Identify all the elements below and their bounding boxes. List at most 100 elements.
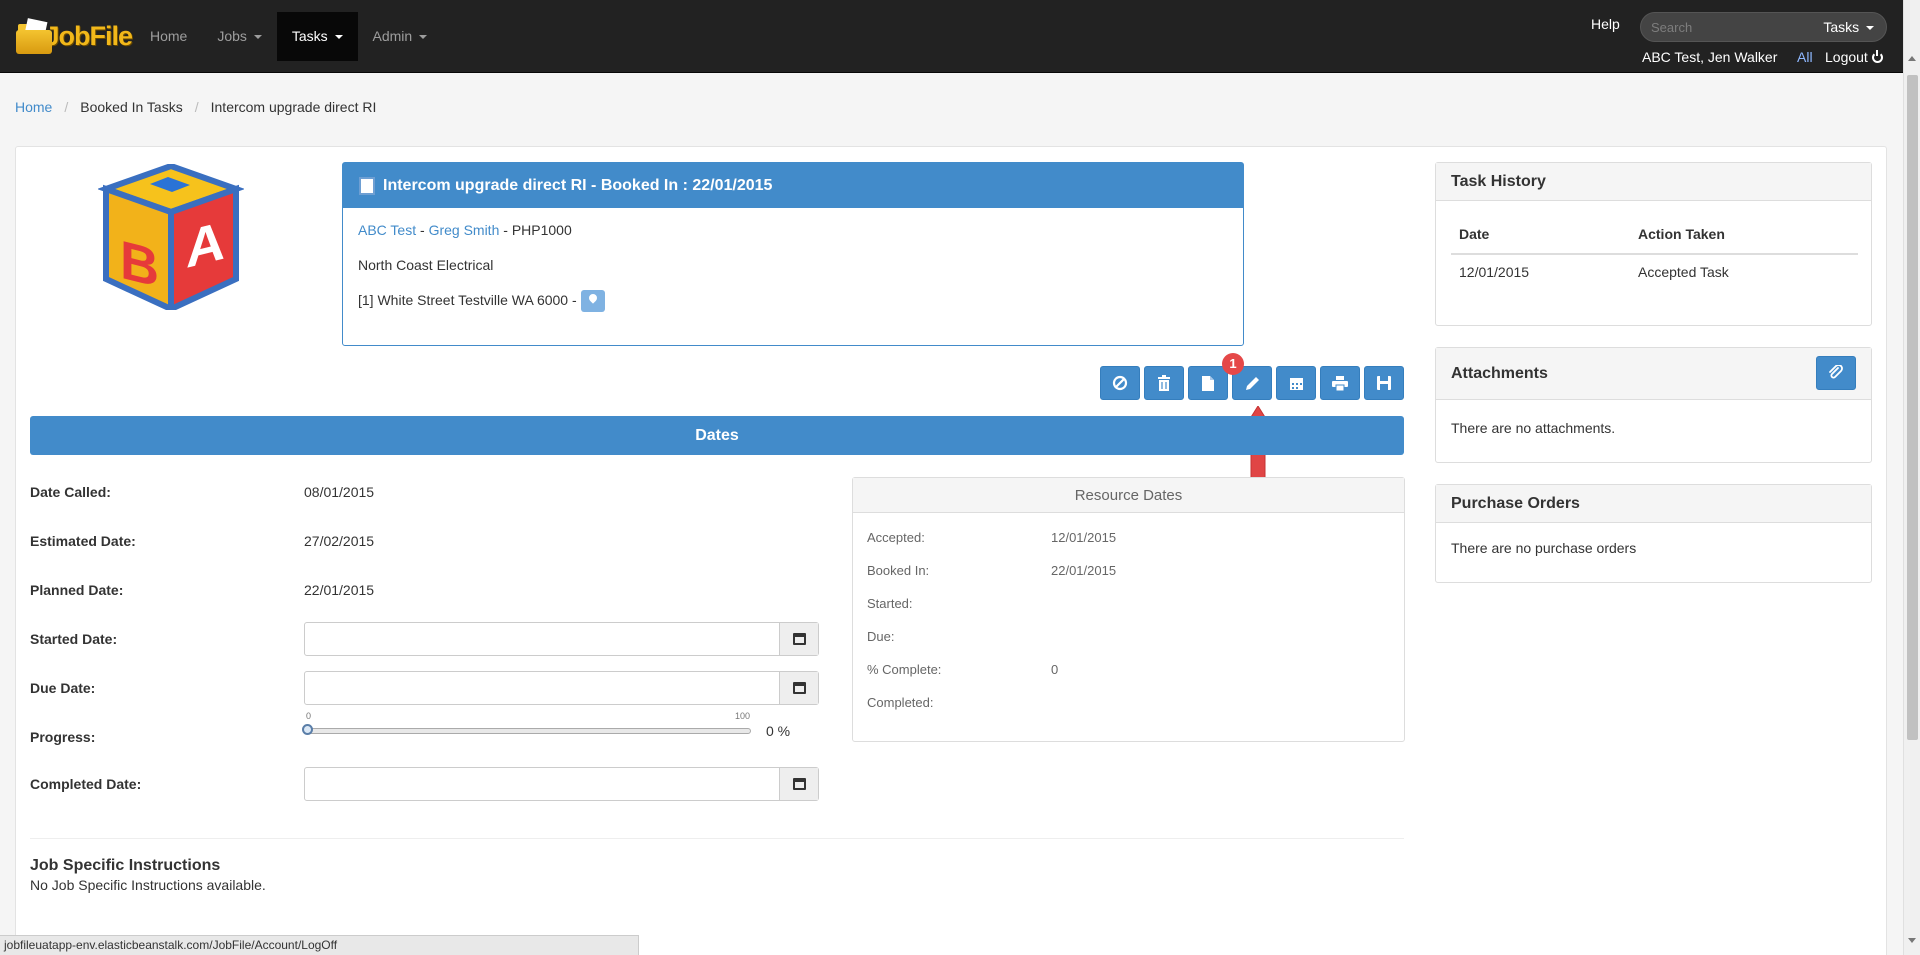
progress-min-label: 0 — [306, 711, 312, 721]
cancel-icon — [1112, 375, 1128, 391]
attachments-empty-text: There are no attachments. — [1451, 420, 1616, 436]
purchase-orders-panel: Purchase Orders There are no purchase or… — [1435, 484, 1872, 583]
task-history-panel: Task History Date Action Taken 12/01/201… — [1435, 162, 1872, 326]
save-button[interactable] — [1364, 366, 1404, 400]
breadcrumb: Home / Booked In Tasks / Intercom upgrade di… — [15, 99, 377, 115]
trash-icon — [1158, 375, 1170, 391]
page-scrollbar[interactable] — [1903, 0, 1920, 955]
delete-button[interactable] — [1144, 366, 1184, 400]
due-date-field[interactable] — [304, 671, 819, 705]
all-link[interactable]: All — [1797, 49, 1813, 65]
resource-dates-panel: Resource Dates Accepted: 12/01/2015 Book… — [852, 477, 1405, 742]
resource-dates-title: Resource Dates — [853, 478, 1404, 513]
top-navbar: JobFile Home Jobs Tasks Admin Help Tasks… — [0, 0, 1920, 73]
resource-percent-complete-value: 0 — [1051, 662, 1059, 677]
map-pin-icon[interactable] — [580, 290, 605, 313]
job-instructions-text: No Job Specific Instructions available. — [30, 877, 266, 893]
date-called-value: 08/01/2015 — [304, 484, 375, 500]
progress-max-label: 100 — [735, 711, 751, 721]
nav-jobs-label: Jobs — [217, 28, 247, 44]
svg-text:B: B — [120, 228, 159, 299]
caret-down-icon — [1866, 26, 1874, 31]
svg-text:A: A — [186, 209, 225, 280]
task-summary-panel: Intercom upgrade direct RI - Booked In :… — [342, 162, 1244, 346]
search-box: Tasks — [1640, 12, 1887, 42]
calendar-icon — [792, 633, 806, 645]
breadcrumb-booked-in-tasks[interactable]: Booked In Tasks — [80, 99, 182, 115]
scroll-up-icon[interactable] — [1908, 56, 1916, 61]
save-icon — [1377, 376, 1391, 390]
started-date-field[interactable] — [304, 622, 819, 656]
help-link[interactable]: Help — [1591, 16, 1620, 32]
due-date-label: Due Date: — [30, 680, 96, 696]
completed-date-picker-button[interactable] — [779, 768, 818, 800]
breadcrumb-home[interactable]: Home — [15, 99, 52, 115]
attachments-title: Attachments — [1436, 348, 1871, 400]
breadcrumb-current: Intercom upgrade direct RI — [210, 99, 377, 115]
attachments-title-text: Attachments — [1451, 365, 1548, 382]
purchase-orders-title: Purchase Orders — [1436, 485, 1871, 523]
company-name: North Coast Electrical — [358, 257, 494, 273]
main-nav: Home Jobs Tasks Admin — [135, 12, 442, 61]
task-history-title: Task History — [1436, 163, 1871, 201]
resource-percent-complete-label: % Complete: — [867, 662, 942, 677]
dates-header: Dates — [30, 416, 1404, 455]
print-icon — [1332, 375, 1348, 391]
task-heading: Intercom upgrade direct RI - Booked In :… — [343, 163, 1243, 208]
paperclip-icon — [1829, 365, 1843, 379]
calendar-icon — [792, 682, 806, 694]
purchase-orders-empty-text: There are no purchase orders — [1451, 540, 1637, 556]
caret-down-icon — [419, 35, 428, 40]
nav-admin-label: Admin — [372, 28, 413, 44]
started-date-picker-button[interactable] — [779, 623, 818, 655]
progress-slider[interactable] — [304, 728, 751, 734]
abc-block-image: B A — [98, 164, 244, 310]
progress-label: Progress: — [30, 729, 96, 745]
nav-home[interactable]: Home — [135, 12, 202, 61]
history-action-header: Action Taken — [1638, 226, 1725, 242]
brand-logo[interactable]: JobFile — [14, 8, 133, 64]
nav-admin[interactable]: Admin — [358, 12, 443, 61]
completed-date-field[interactable] — [304, 767, 819, 801]
add-attachment-button[interactable] — [1816, 356, 1856, 390]
divider — [30, 838, 1404, 839]
contact-link[interactable]: Greg Smith — [429, 222, 500, 238]
print-button[interactable] — [1320, 366, 1360, 400]
history-row-action: Accepted Task — [1638, 264, 1729, 280]
resource-completed-label: Completed: — [867, 695, 934, 710]
logout-link[interactable]: Logout — [1825, 49, 1883, 65]
search-input[interactable] — [1651, 17, 1801, 37]
task-title: Intercom upgrade direct RI - Booked In :… — [383, 176, 773, 194]
document-button[interactable] — [1188, 366, 1228, 400]
progress-slider-handle[interactable] — [302, 724, 313, 735]
nav-tasks-label: Tasks — [291, 28, 328, 44]
nav-jobs[interactable]: Jobs — [202, 12, 276, 61]
history-date-header: Date — [1459, 226, 1490, 242]
due-date-picker-button[interactable] — [779, 672, 818, 704]
date-called-label: Date Called: — [30, 484, 111, 500]
power-icon — [1871, 50, 1883, 63]
client-contact-separator: - — [420, 222, 425, 238]
scrollbar-thumb[interactable] — [1907, 75, 1918, 740]
folder-icon — [14, 18, 52, 54]
schedule-button[interactable] — [1276, 366, 1316, 400]
progress-percent: 0 % — [766, 723, 791, 739]
step-badge: 1 — [1222, 353, 1244, 375]
estimated-date-label: Estimated Date: — [30, 533, 136, 549]
job-instructions-title: Job Specific Instructions — [30, 857, 221, 874]
client-link[interactable]: ABC Test — [358, 222, 416, 238]
scroll-down-icon[interactable] — [1908, 938, 1916, 943]
task-icon — [359, 176, 375, 195]
logout-label: Logout — [1825, 49, 1868, 65]
search-scope-select[interactable]: Tasks — [1823, 19, 1874, 35]
planned-date-label: Planned Date: — [30, 582, 124, 598]
calendar-icon — [792, 778, 806, 790]
completed-date-label: Completed Date: — [30, 776, 142, 792]
nav-tasks[interactable]: Tasks — [276, 12, 358, 61]
resource-booked-in-label: Booked In: — [867, 563, 930, 578]
resource-started-label: Started: — [867, 596, 913, 611]
cancel-button[interactable] — [1100, 366, 1140, 400]
brand-name: JobFile — [44, 20, 133, 51]
browser-status-url: jobfileuatapp-env.elasticbeanstalk.com/J… — [0, 935, 639, 955]
resource-booked-in-value: 22/01/2015 — [1051, 563, 1117, 578]
